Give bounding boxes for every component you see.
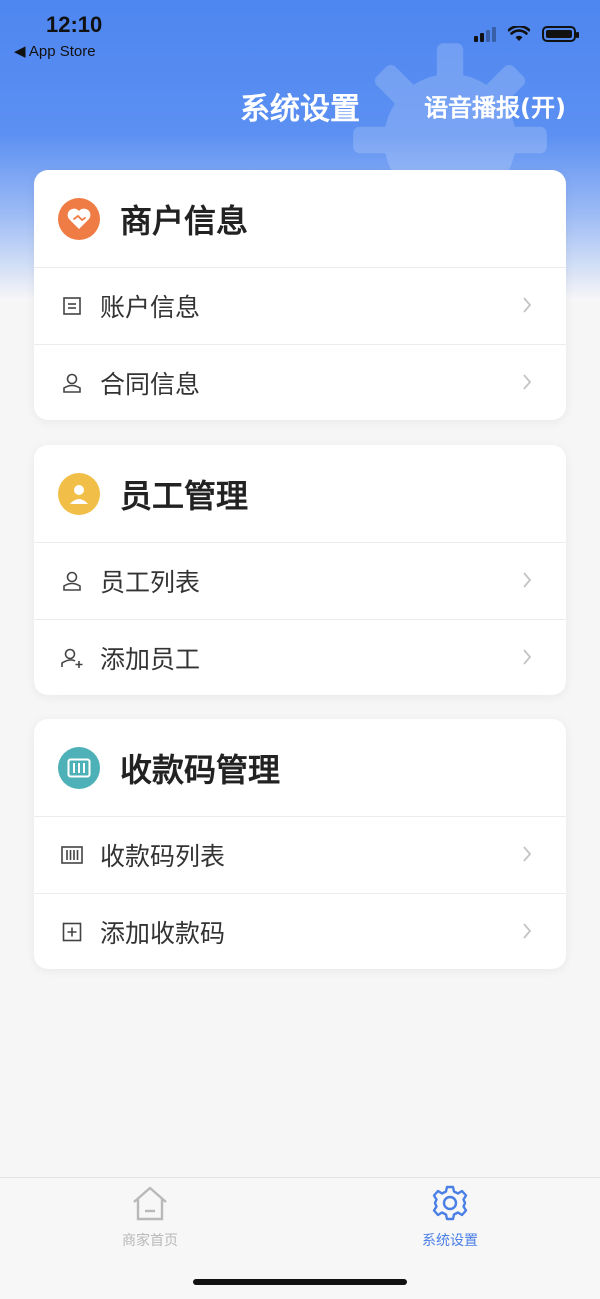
row-staff-list[interactable]: 员工列表 bbox=[34, 543, 566, 619]
status-icons bbox=[474, 26, 579, 42]
wifi-icon bbox=[508, 26, 530, 41]
row-account-info[interactable]: 账户信息 bbox=[34, 268, 566, 344]
section-header: 收款码管理 bbox=[34, 719, 566, 817]
section-payment-code-management: 收款码管理 收款码列表 添加收款码 bbox=[34, 719, 566, 969]
tab-label: 商家首页 bbox=[122, 1233, 178, 1249]
person-icon bbox=[60, 371, 84, 395]
barcode-icon bbox=[60, 843, 84, 867]
row-label: 添加收款码 bbox=[100, 918, 226, 948]
person-icon bbox=[60, 569, 84, 593]
row-label: 账户信息 bbox=[100, 293, 201, 322]
person-add-icon bbox=[60, 646, 84, 670]
section-title: 收款码管理 bbox=[120, 750, 281, 789]
gear-icon bbox=[432, 1185, 468, 1221]
row-label: 员工列表 bbox=[100, 568, 201, 597]
user-icon bbox=[58, 472, 100, 515]
row-add-staff[interactable]: 添加员工 bbox=[34, 619, 566, 695]
chevron-right-icon bbox=[523, 649, 532, 665]
cellular-signal-icon bbox=[474, 26, 496, 42]
row-label: 合同信息 bbox=[100, 369, 201, 399]
plus-square-icon bbox=[60, 920, 84, 944]
voice-broadcast-toggle[interactable]: 语音播报(开) bbox=[424, 88, 566, 123]
row-contract-info[interactable]: 合同信息 bbox=[34, 344, 566, 420]
home-indicator bbox=[193, 1279, 407, 1285]
section-staff-management: 员工管理 员工列表 添加员工 bbox=[34, 445, 566, 695]
section-header: 员工管理 bbox=[34, 445, 566, 543]
back-to-app-store-link[interactable]: ◀ App Store bbox=[14, 42, 96, 60]
tab-merchant-home[interactable]: 商家首页 bbox=[80, 1184, 220, 1250]
row-add-payment-code[interactable]: 添加收款码 bbox=[34, 893, 566, 969]
home-icon bbox=[133, 1186, 167, 1221]
account-doc-icon bbox=[60, 294, 84, 318]
chevron-right-icon bbox=[523, 572, 532, 588]
section-merchant-info: 商户信息 账户信息 合同信息 bbox=[34, 170, 566, 420]
section-title: 商户信息 bbox=[120, 201, 249, 240]
chevron-right-icon bbox=[523, 923, 532, 939]
tab-system-settings[interactable]: 系统设置 bbox=[380, 1184, 520, 1250]
battery-icon bbox=[542, 26, 579, 42]
chevron-right-icon bbox=[523, 846, 532, 862]
status-bar: 12:10 ◀ App Store bbox=[0, 0, 600, 70]
chevron-right-icon bbox=[523, 297, 532, 313]
handshake-icon bbox=[58, 197, 100, 240]
row-payment-code-list[interactable]: 收款码列表 bbox=[34, 817, 566, 893]
barcode-icon bbox=[58, 746, 100, 789]
row-label: 添加员工 bbox=[100, 644, 201, 674]
chevron-right-icon bbox=[523, 374, 532, 390]
section-title: 员工管理 bbox=[120, 476, 249, 515]
row-label: 收款码列表 bbox=[100, 842, 226, 871]
section-header: 商户信息 bbox=[34, 170, 566, 268]
tab-label: 系统设置 bbox=[422, 1233, 478, 1249]
status-time: 12:10 bbox=[46, 12, 103, 37]
